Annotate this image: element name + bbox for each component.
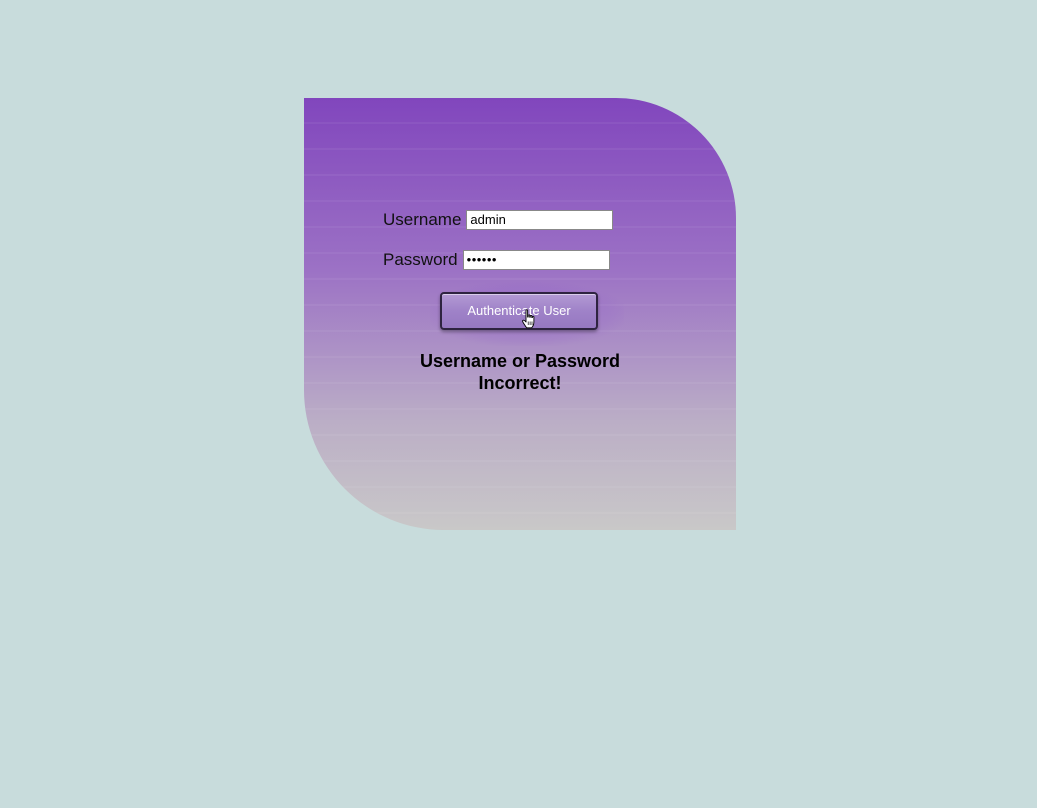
hand-pointer-icon xyxy=(522,309,535,329)
password-input[interactable]: •••••• xyxy=(462,250,610,270)
password-label: Password xyxy=(383,250,458,269)
username-input[interactable]: admin xyxy=(466,210,614,230)
username-row: Username admin xyxy=(383,210,614,230)
password-row: Password •••••• xyxy=(383,250,610,270)
username-label: Username xyxy=(383,210,462,229)
error-message: Username or Password Incorrect! xyxy=(419,351,621,393)
authenticate-user-button[interactable]: Authenticate User xyxy=(440,292,598,330)
